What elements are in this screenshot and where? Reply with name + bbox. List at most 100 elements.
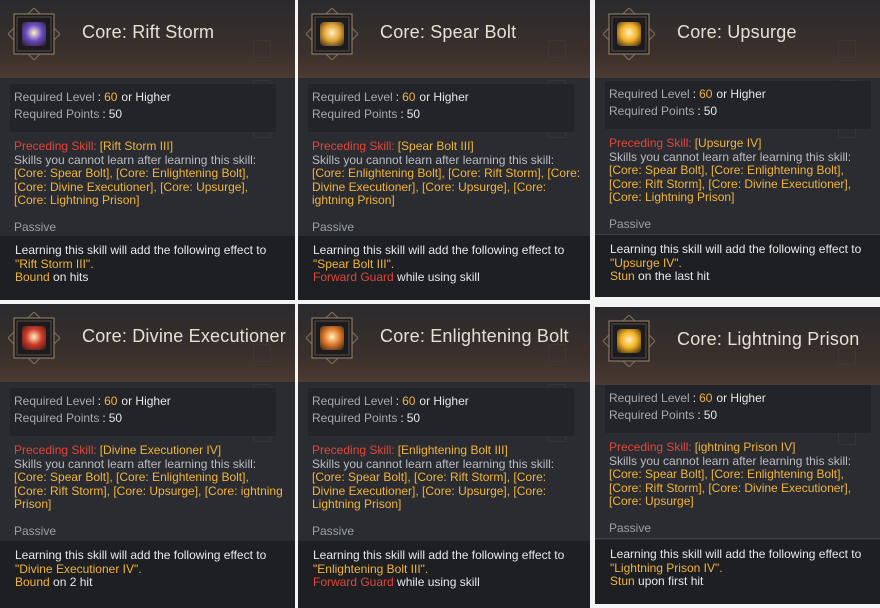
- passive-label: Passive: [312, 220, 355, 234]
- colon: :: [697, 408, 701, 422]
- required-level-label: Required Level: [312, 90, 393, 104]
- required-points-label: Required Points: [14, 107, 100, 121]
- preceding-skill-label: Preceding Skill:: [14, 443, 97, 457]
- effect-keyword: Forward Guard: [313, 270, 394, 284]
- skill-restrictions: Preceding Skill: [Upsurge IV] Skills you c…: [609, 136, 879, 205]
- skill-tooltip-card: Reset SkillsLevel Core: Rift StormRequir…: [0, 0, 295, 300]
- or-higher: or Higher: [419, 90, 469, 104]
- preceding-skill-label: Preceding Skill:: [312, 443, 395, 457]
- skill-icon: [617, 329, 641, 353]
- colon: :: [692, 87, 697, 101]
- exclusion-caption: Skills you cannot learn after learning t…: [312, 152, 555, 167]
- required-points-line: Required Points:50: [312, 411, 420, 425]
- skill-title: Core: Rift Storm: [82, 22, 215, 42]
- skill-icon-frame: [8, 8, 60, 60]
- skill-title: Core: Upsurge: [677, 22, 797, 42]
- skill-title: Core: Spear Bolt: [380, 22, 517, 42]
- preceding-skill-value: [Divine Executioner IV]: [99, 443, 222, 457]
- effect-intro: Learning this skill will add the followi…: [610, 242, 862, 256]
- required-points-line: Required Points:50: [609, 408, 717, 422]
- colon: :: [692, 391, 697, 405]
- required-points-value: 50: [703, 104, 718, 118]
- preceding-skill-label: Preceding Skill:: [609, 136, 692, 150]
- required-points-line: Required Points:50: [14, 411, 122, 425]
- effect-rest: while using skill: [393, 270, 480, 284]
- effect-keyword: Bound: [15, 575, 50, 589]
- effect-detail: Stun upon first hit: [610, 574, 880, 589]
- required-points-value: 50: [406, 107, 421, 121]
- effect-text: Learning this skill will add the followi…: [313, 243, 583, 285]
- effect-target-skill: "Divine Executioner IV".: [15, 561, 142, 576]
- required-level-label: Required Level: [312, 394, 393, 408]
- effect-target-skill: "Enlightening Bolt III".: [313, 561, 429, 576]
- exclusion-caption: Skills you cannot learn after learning t…: [609, 453, 852, 468]
- required-level-value: 60: [402, 90, 416, 104]
- effect-text: Learning this skill will add the followi…: [15, 548, 285, 590]
- effect-text: Learning this skill will add the followi…: [313, 548, 583, 590]
- colon: :: [400, 107, 404, 121]
- colon: :: [97, 394, 102, 408]
- skill-icon-frame: [603, 8, 655, 60]
- effect-intro: Learning this skill will add the followi…: [15, 548, 267, 562]
- preceding-skill-label: Preceding Skill:: [609, 440, 692, 454]
- exclusion-caption: Skills you cannot learn after learning t…: [609, 149, 852, 164]
- effect-target-skill: "Rift Storm III".: [15, 256, 94, 271]
- required-points-label: Required Points: [609, 104, 695, 118]
- effect-intro: Learning this skill will add the followi…: [610, 547, 862, 561]
- preceding-skill-line: Preceding Skill: [Spear Bolt III]: [312, 139, 582, 154]
- skill-icon: [320, 22, 344, 46]
- required-points-label: Required Points: [609, 408, 695, 422]
- or-higher: or Higher: [716, 391, 766, 405]
- effect-text: Learning this skill will add the followi…: [610, 547, 880, 589]
- excluded-skills: [Core: Spear Bolt], [Core: Enlightening …: [14, 470, 283, 511]
- tooltip-header: Core: Rift Storm: [0, 0, 295, 78]
- excluded-skills: [Core: Spear Bolt], [Core: Enlightening …: [609, 163, 852, 204]
- required-level-value: 60: [699, 391, 713, 405]
- tooltip-header: Core: Divine Executioner: [0, 304, 295, 382]
- effect-section: Learning this skill will add the followi…: [298, 541, 590, 608]
- colon: :: [102, 411, 106, 425]
- effect-section: Learning this skill will add the followi…: [298, 236, 590, 300]
- effect-detail: Bound on 2 hit: [15, 575, 285, 590]
- skill-icon: [320, 326, 344, 350]
- passive-label: Passive: [609, 217, 652, 231]
- colon: :: [697, 104, 701, 118]
- required-level-line: Required Level:60 or Higher: [14, 394, 171, 408]
- skill-tooltip-card: Skill PointsLevel Core: Spear BoltRequir…: [298, 0, 590, 300]
- required-points-line: Required Points:50: [609, 104, 717, 118]
- excluded-skills: [Core: Spear Bolt], [Core: Enlightening …: [609, 467, 852, 508]
- skill-title: Core: Divine Executioner: [82, 326, 286, 346]
- skill-icon: [22, 22, 46, 46]
- skill-icon-frame: [306, 8, 358, 60]
- skill-icon: [22, 326, 46, 350]
- skill-restrictions: Preceding Skill: [Enlightening Bolt III] S…: [312, 443, 582, 512]
- skill-icon-frame: [8, 312, 60, 364]
- or-higher: or Higher: [121, 394, 171, 408]
- requirements-box: Required Level:60 or Higher Required Point…: [605, 81, 871, 129]
- passive-label: Passive: [14, 524, 57, 538]
- tooltip-header: Core: Upsurge: [595, 0, 880, 78]
- required-level-value: 60: [699, 87, 713, 101]
- effect-target-skill: "Spear Bolt III".: [313, 256, 395, 271]
- effect-target-skill: "Lightning Prison IV".: [610, 560, 723, 575]
- required-level-line: Required Level:60 or Higher: [609, 87, 766, 101]
- skill-tooltip-card: Selected Skills Core: Enlightening BoltR…: [298, 304, 590, 608]
- preceding-skill-label: Preceding Skill:: [14, 139, 97, 153]
- required-level-line: Required Level:60 or Higher: [609, 391, 766, 405]
- required-points-line: Required Points:50: [312, 107, 420, 121]
- effect-target-skill: "Upsurge IV".: [610, 255, 682, 270]
- preceding-skill-line: Preceding Skill: [ightning Prison IV]: [609, 440, 879, 455]
- divider: [595, 538, 880, 539]
- or-higher: or Higher: [419, 394, 469, 408]
- requirements-box: Required Level:60 or Higher Required Point…: [605, 385, 871, 433]
- required-level-line: Required Level:60 or Higher: [14, 90, 171, 104]
- effect-keyword: Bound: [15, 270, 50, 284]
- effect-detail: Stun on the last hit: [610, 269, 880, 284]
- effect-rest: on hits: [49, 270, 89, 284]
- skill-icon: [617, 22, 641, 46]
- colon: :: [102, 107, 106, 121]
- preceding-skill-value: [Upsurge IV]: [694, 136, 762, 150]
- effect-intro: Learning this skill will add the followi…: [313, 548, 565, 562]
- required-points-label: Required Points: [14, 411, 100, 425]
- excluded-skills: [Core: Enlightening Bolt], [Core: Rift S…: [312, 166, 581, 207]
